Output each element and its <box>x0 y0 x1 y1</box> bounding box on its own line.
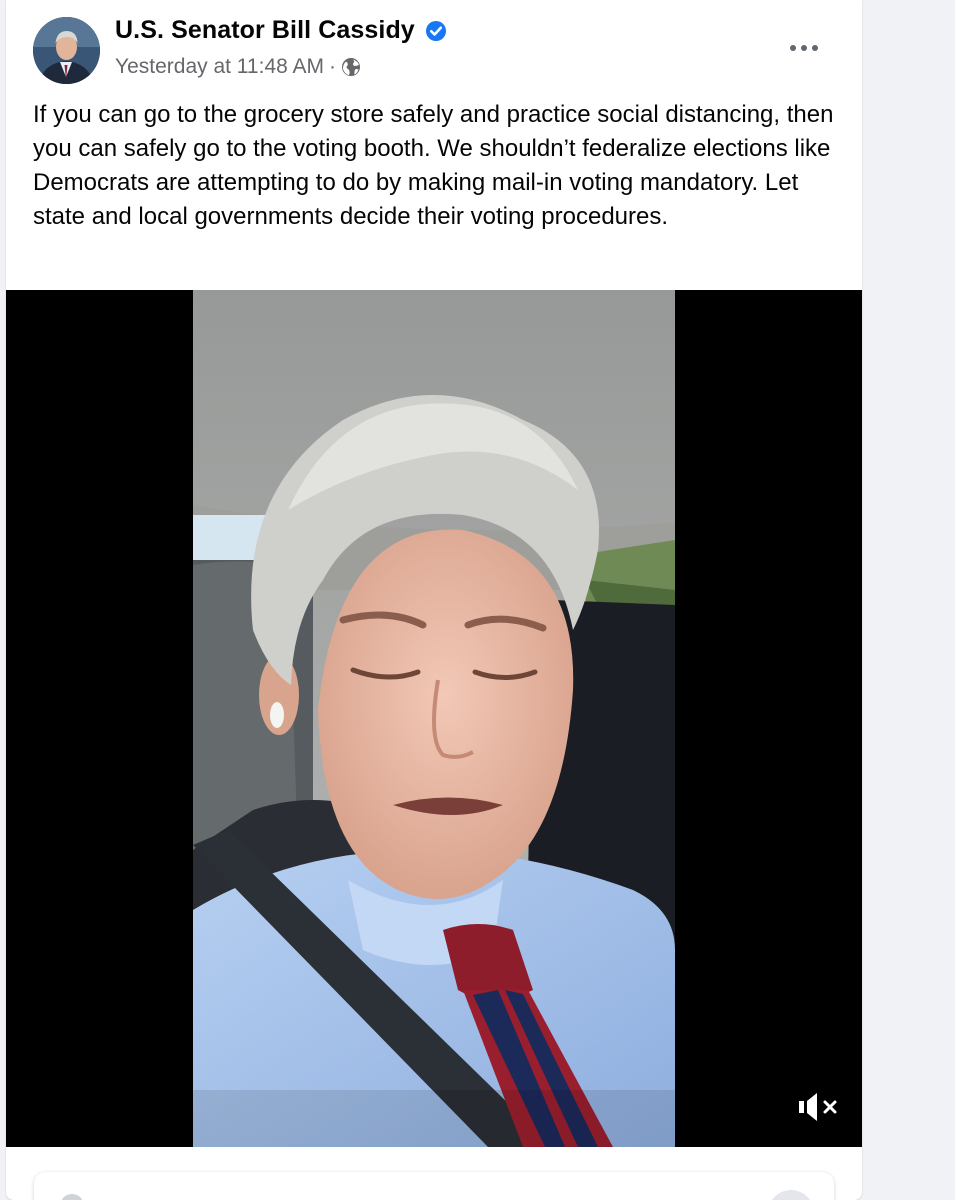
post-text: If you can go to the grocery store safel… <box>33 101 834 230</box>
comment-action-button[interactable] <box>768 1190 814 1200</box>
speaker-muted-icon <box>799 1093 837 1121</box>
more-options-icon <box>790 45 796 51</box>
more-options-icon-dot <box>801 45 807 51</box>
author-row: U.S. Senator Bill Cassidy <box>115 16 447 45</box>
author-portrait <box>33 17 100 84</box>
globe-icon[interactable] <box>341 57 361 77</box>
video-still-image <box>193 290 675 1147</box>
post-timestamp[interactable]: Yesterday at 11:48 AM <box>115 55 324 79</box>
video-player[interactable] <box>6 290 862 1147</box>
more-options-icon-dot <box>812 45 818 51</box>
video-frame[interactable] <box>193 290 675 1147</box>
author-name[interactable]: U.S. Senator Bill Cassidy <box>115 16 415 45</box>
comment-composer[interactable] <box>34 1172 834 1200</box>
mute-toggle-button[interactable] <box>796 1088 840 1126</box>
meta-separator: · <box>328 55 336 78</box>
more-options-button[interactable] <box>780 30 828 66</box>
author-avatar[interactable] <box>33 17 100 84</box>
post-card: U.S. Senator Bill Cassidy Yesterday at 1… <box>6 0 862 1200</box>
post-meta: Yesterday at 11:48 AM · <box>115 55 361 79</box>
verified-badge-icon <box>425 20 447 42</box>
commenter-avatar <box>60 1194 84 1200</box>
